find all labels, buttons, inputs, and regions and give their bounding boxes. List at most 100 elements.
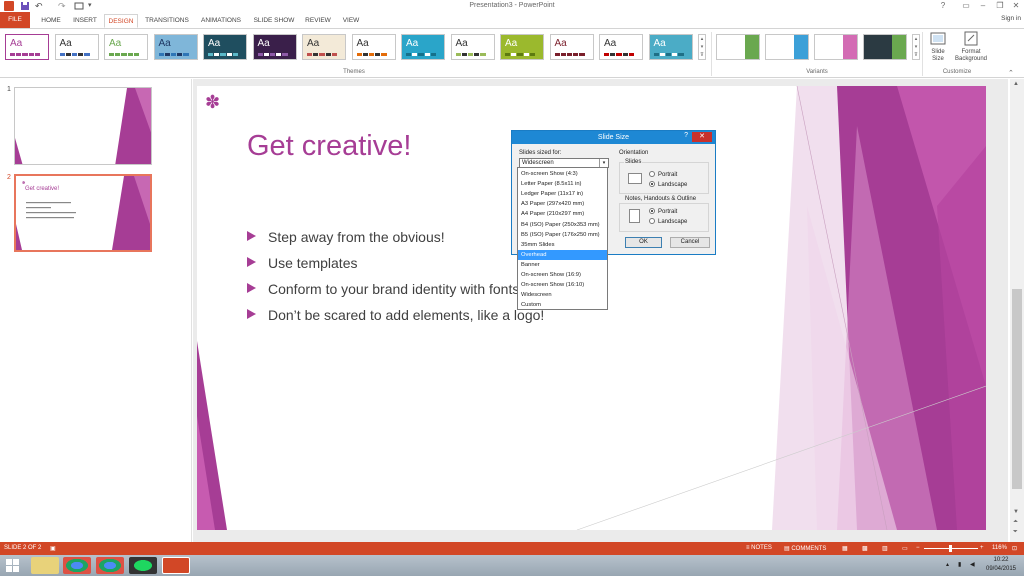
comments-button[interactable]: ▤ COMMENTS bbox=[784, 545, 826, 552]
scroll-down-icon[interactable]: ▼ bbox=[1013, 509, 1019, 515]
tab-transitions[interactable]: TRANSITIONS bbox=[142, 14, 192, 28]
powerpoint-taskbar-icon[interactable] bbox=[162, 557, 190, 574]
slides-portrait-radio[interactable]: Portrait bbox=[649, 171, 677, 178]
clock-time[interactable]: 10:22 bbox=[982, 557, 1020, 563]
spell-check-icon[interactable]: ▣ bbox=[50, 545, 56, 552]
notes-portrait-radio[interactable]: Portrait bbox=[649, 208, 677, 215]
theme-2[interactable]: Aa bbox=[54, 34, 99, 60]
clock-date[interactable]: 09/04/2015 bbox=[982, 566, 1020, 572]
ribbon-display-options-icon[interactable]: ▭ bbox=[958, 0, 974, 11]
theme-7[interactable]: Aa bbox=[302, 34, 346, 60]
size-option[interactable]: On-screen Show (16:9) bbox=[518, 270, 607, 280]
bullet-item[interactable]: Conform to your brand identity with font… bbox=[247, 281, 519, 297]
minimize-button[interactable]: – bbox=[975, 0, 991, 11]
restore-button[interactable]: ❐ bbox=[992, 0, 1008, 11]
bullet-item[interactable]: Don’t be scared to add elements, like a … bbox=[247, 307, 544, 323]
tab-review[interactable]: REVIEW bbox=[302, 14, 334, 28]
tab-design[interactable]: DESIGN bbox=[104, 14, 138, 28]
slide-title[interactable]: Get creative! bbox=[247, 130, 411, 163]
notes-landscape-radio[interactable]: Landscape bbox=[649, 218, 687, 225]
file-explorer-icon[interactable] bbox=[31, 557, 59, 574]
size-option[interactable]: On-screen Show (4:3) bbox=[518, 169, 607, 179]
slide-thumbnail-2[interactable]: ✽ Get creative! bbox=[14, 174, 152, 252]
theme-4[interactable]: Aa bbox=[153, 34, 198, 60]
variant-4[interactable] bbox=[863, 34, 907, 60]
close-button[interactable]: ✕ bbox=[1008, 0, 1024, 11]
dialog-help-button[interactable]: ? bbox=[684, 132, 688, 139]
slide-thumbnail-1[interactable] bbox=[14, 87, 152, 165]
bullet-item[interactable]: Step away from the obvious! bbox=[247, 229, 445, 245]
tab-home[interactable]: HOME bbox=[36, 14, 66, 28]
volume-icon[interactable]: ◀ bbox=[970, 561, 975, 568]
chrome-icon[interactable] bbox=[96, 557, 124, 574]
tab-insert[interactable]: INSERT bbox=[70, 14, 100, 28]
tab-animations[interactable]: ANIMATIONS bbox=[196, 14, 246, 28]
cancel-button[interactable]: Cancel bbox=[670, 237, 710, 248]
theme-11[interactable]: Aa bbox=[500, 34, 544, 60]
network-icon[interactable]: ▮ bbox=[958, 561, 961, 568]
zoom-in-icon[interactable]: + bbox=[980, 545, 984, 551]
zoom-slider-thumb[interactable] bbox=[949, 545, 952, 552]
windows-start-icon[interactable] bbox=[6, 559, 20, 572]
notes-button[interactable]: ≡ NOTES bbox=[746, 545, 772, 551]
format-background-button[interactable]: Format Background bbox=[954, 31, 988, 67]
next-slide-icon[interactable]: ⏷ bbox=[1013, 529, 1018, 536]
fit-slide-icon[interactable]: ⊡ bbox=[1012, 545, 1017, 552]
themes-scroll-buttons[interactable]: ▴ ▾ ⊽ bbox=[698, 34, 706, 60]
theme-14[interactable]: Aa bbox=[648, 34, 693, 60]
size-option[interactable]: Banner bbox=[518, 260, 607, 270]
theme-9[interactable]: Aa bbox=[401, 34, 445, 60]
tab-view[interactable]: VIEW bbox=[338, 14, 364, 28]
dialog-close-button[interactable]: ✕ bbox=[692, 132, 712, 142]
size-option[interactable]: Overhead bbox=[518, 249, 607, 260]
theme-12[interactable]: Aa bbox=[549, 34, 594, 60]
normal-view-icon[interactable]: ▦ bbox=[842, 545, 848, 552]
sign-in-link[interactable]: Sign in bbox=[1001, 15, 1021, 22]
size-option[interactable]: Widescreen bbox=[518, 290, 607, 300]
size-option[interactable]: Custom bbox=[518, 300, 607, 310]
size-option[interactable]: A4 Paper (210x297 mm) bbox=[518, 209, 607, 219]
theme-1[interactable]: Aa bbox=[5, 34, 49, 60]
slide-size-button[interactable]: Slide Size bbox=[926, 31, 950, 67]
size-option[interactable]: A3 Paper (297x420 mm) bbox=[518, 199, 607, 209]
spotify-icon[interactable] bbox=[129, 557, 157, 574]
chrome-icon[interactable] bbox=[63, 557, 91, 574]
vertical-scrollbar[interactable]: ▲ ▼ ⏶ ⏷ bbox=[1010, 79, 1024, 542]
theme-color-swatches bbox=[653, 53, 684, 56]
slide-size-options-list[interactable]: On-screen Show (4:3) Letter Paper (8.5x11… bbox=[517, 167, 608, 310]
variant-3[interactable] bbox=[814, 34, 858, 60]
size-option[interactable]: On-screen Show (16:10) bbox=[518, 280, 607, 290]
variant-2[interactable] bbox=[765, 34, 809, 60]
bullet-item[interactable]: Use templates bbox=[247, 255, 357, 271]
slides-landscape-radio[interactable]: Landscape bbox=[649, 181, 687, 188]
ok-button[interactable]: OK bbox=[625, 237, 662, 248]
variants-scroll-buttons[interactable]: ▴ ▾ ⊽ bbox=[912, 34, 920, 60]
zoom-out-icon[interactable]: − bbox=[916, 545, 920, 551]
zoom-level[interactable]: 116% bbox=[992, 545, 1007, 551]
variant-1[interactable] bbox=[716, 34, 760, 60]
theme-color-swatches bbox=[158, 53, 189, 56]
size-option[interactable]: B4 (ISO) Paper (250x353 mm) bbox=[518, 220, 607, 230]
size-option[interactable]: Ledger Paper (11x17 in) bbox=[518, 189, 607, 199]
chevron-down-icon[interactable]: ▾ bbox=[599, 159, 608, 167]
size-option[interactable]: B5 (ISO) Paper (176x250 mm) bbox=[518, 230, 607, 240]
theme-8[interactable]: Aa bbox=[351, 34, 396, 60]
scroll-up-icon[interactable]: ▲ bbox=[1013, 81, 1019, 87]
theme-13[interactable]: Aa bbox=[599, 34, 643, 60]
collapse-ribbon-icon[interactable]: ⌃ bbox=[1008, 69, 1014, 77]
theme-6[interactable]: Aa bbox=[252, 34, 297, 60]
theme-5[interactable]: Aa bbox=[203, 34, 247, 60]
tray-arrow-icon[interactable]: ▴ bbox=[946, 561, 949, 568]
size-option[interactable]: Letter Paper (8.5x11 in) bbox=[518, 179, 607, 189]
reading-view-icon[interactable]: ▥ bbox=[882, 545, 888, 552]
slide-sorter-icon[interactable]: ▩ bbox=[862, 545, 868, 552]
slide-show-icon[interactable]: ▭ bbox=[902, 545, 908, 552]
help-button[interactable]: ? bbox=[935, 0, 951, 11]
scrollbar-thumb[interactable] bbox=[1012, 289, 1022, 489]
previous-slide-icon[interactable]: ⏶ bbox=[1013, 519, 1018, 526]
tab-slide-show[interactable]: SLIDE SHOW bbox=[251, 14, 297, 28]
size-option[interactable]: 35mm Slides bbox=[518, 240, 607, 250]
theme-3[interactable]: Aa bbox=[104, 34, 148, 60]
tab-file[interactable]: FILE bbox=[0, 12, 30, 28]
theme-10[interactable]: Aa bbox=[450, 34, 495, 60]
